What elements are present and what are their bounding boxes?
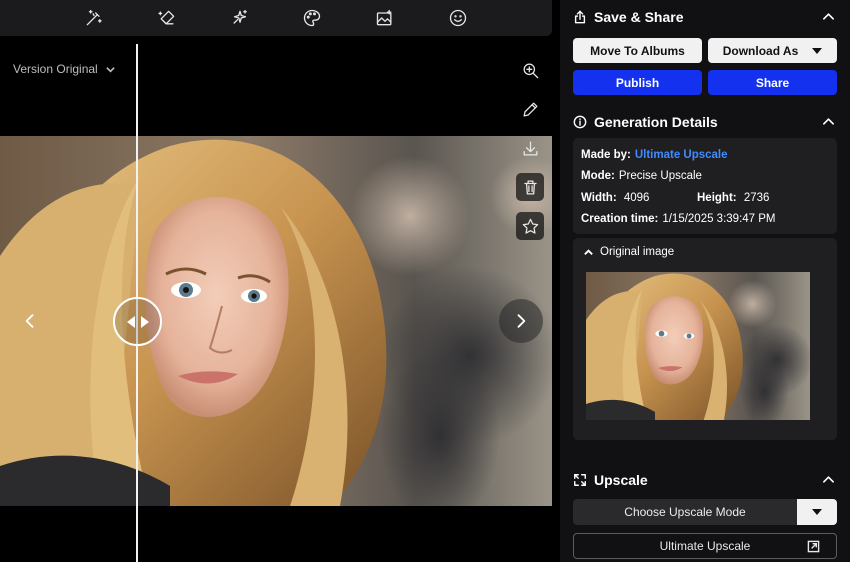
upscale-title: Upscale — [594, 471, 648, 488]
viewer-side-tools — [516, 56, 544, 240]
edit-toolbar — [0, 0, 552, 36]
external-link-icon — [807, 540, 820, 553]
height-label: Height: — [697, 191, 737, 204]
made-by-row: Made by: Ultimate Upscale — [581, 144, 829, 166]
zoom-in-icon[interactable] — [516, 56, 544, 84]
save-share-collapse-button[interactable] — [819, 8, 837, 26]
image-viewer: Version Original — [0, 36, 552, 562]
chevron-left-icon — [25, 314, 34, 328]
chevron-up-icon — [822, 13, 834, 20]
sparkles-icon[interactable] — [227, 5, 253, 31]
height-field: Height: 2736 — [697, 192, 769, 204]
publish-button[interactable]: Publish — [573, 70, 702, 95]
next-image-button[interactable] — [499, 299, 543, 343]
star-icon[interactable] — [516, 212, 544, 240]
height-value: 2736 — [743, 191, 770, 204]
right-panel: Save & Share Move To Albums Download As … — [560, 0, 850, 562]
width-field: Width: 4096 — [581, 192, 697, 204]
chevron-up-icon — [822, 476, 834, 483]
ultimate-upscale-button[interactable]: Ultimate Upscale — [573, 533, 837, 559]
width-value: 4096 — [623, 191, 650, 204]
palette-icon[interactable] — [299, 5, 325, 31]
eraser-icon[interactable] — [154, 5, 180, 31]
image-edit-icon[interactable] — [372, 5, 398, 31]
upscale-collapse-button[interactable] — [819, 471, 837, 489]
arrow-right-icon — [140, 315, 149, 328]
chevron-down-icon — [105, 66, 115, 73]
creation-time-value: 1/15/2025 3:39:47 PM — [662, 213, 776, 226]
caret-down-icon — [812, 47, 823, 54]
chevron-right-icon — [517, 314, 526, 328]
move-to-albums-button[interactable]: Move To Albums — [573, 38, 702, 63]
mode-label: Mode: — [581, 170, 615, 183]
original-image-thumbnail[interactable] — [586, 272, 810, 420]
download-as-label: Download As — [722, 43, 799, 58]
ultimate-upscale-label: Ultimate Upscale — [659, 539, 751, 553]
creation-time-row: Creation time: 1/15/2025 3:39:47 PM — [581, 209, 829, 231]
info-icon — [573, 115, 587, 128]
download-as-dropdown[interactable]: Download As — [708, 38, 837, 63]
previous-image-button[interactable] — [8, 299, 52, 343]
comparison-image[interactable] — [0, 136, 552, 506]
share-button[interactable]: Share — [708, 70, 837, 95]
share-upload-icon — [574, 10, 586, 23]
caret-down-icon — [812, 509, 822, 515]
chevron-up-icon — [584, 248, 593, 255]
generation-details-collapse-button[interactable] — [819, 113, 837, 131]
thumbnail-photo — [586, 272, 810, 420]
upscale-mode-select[interactable]: Choose Upscale Mode — [573, 499, 837, 525]
original-image-label: Original image — [600, 246, 675, 258]
save-share-title: Save & Share — [594, 8, 684, 25]
pencil-icon[interactable] — [516, 95, 544, 123]
width-label: Width: — [581, 191, 617, 204]
version-dropdown[interactable]: Version Original — [13, 62, 116, 76]
generation-details-card: Made by: Ultimate Upscale Mode: Precise … — [573, 138, 837, 234]
expand-icon — [574, 473, 586, 486]
mode-row: Mode: Precise Upscale — [581, 166, 829, 188]
dimensions-row: Width: 4096 Height: 2736 — [581, 187, 829, 209]
upscale-mode-label[interactable]: Choose Upscale Mode — [573, 499, 797, 525]
save-share-header: Save & Share — [573, 0, 837, 33]
portrait-photo — [0, 136, 552, 506]
download-icon[interactable] — [516, 134, 544, 162]
generation-details-header: Generation Details — [573, 105, 837, 138]
made-by-link[interactable]: Ultimate Upscale — [635, 149, 728, 161]
generation-details-title: Generation Details — [594, 113, 718, 130]
arrow-left-icon — [126, 315, 135, 328]
magic-wand-icon[interactable] — [81, 5, 107, 31]
version-label: Version Original — [13, 62, 98, 76]
made-by-label: Made by: — [581, 148, 631, 161]
smiley-icon[interactable] — [445, 5, 471, 31]
mode-value: Precise Upscale — [618, 170, 702, 183]
creation-time-label: Creation time: — [581, 213, 659, 226]
comparison-slider-handle[interactable] — [113, 297, 162, 346]
original-image-toggle[interactable]: Original image — [573, 246, 837, 258]
chevron-up-icon — [822, 118, 834, 125]
upscale-header: Upscale — [573, 463, 837, 496]
upscale-mode-dropdown-button[interactable] — [797, 499, 837, 525]
trash-icon[interactable] — [516, 173, 544, 201]
original-image-card: Original image — [573, 238, 837, 440]
